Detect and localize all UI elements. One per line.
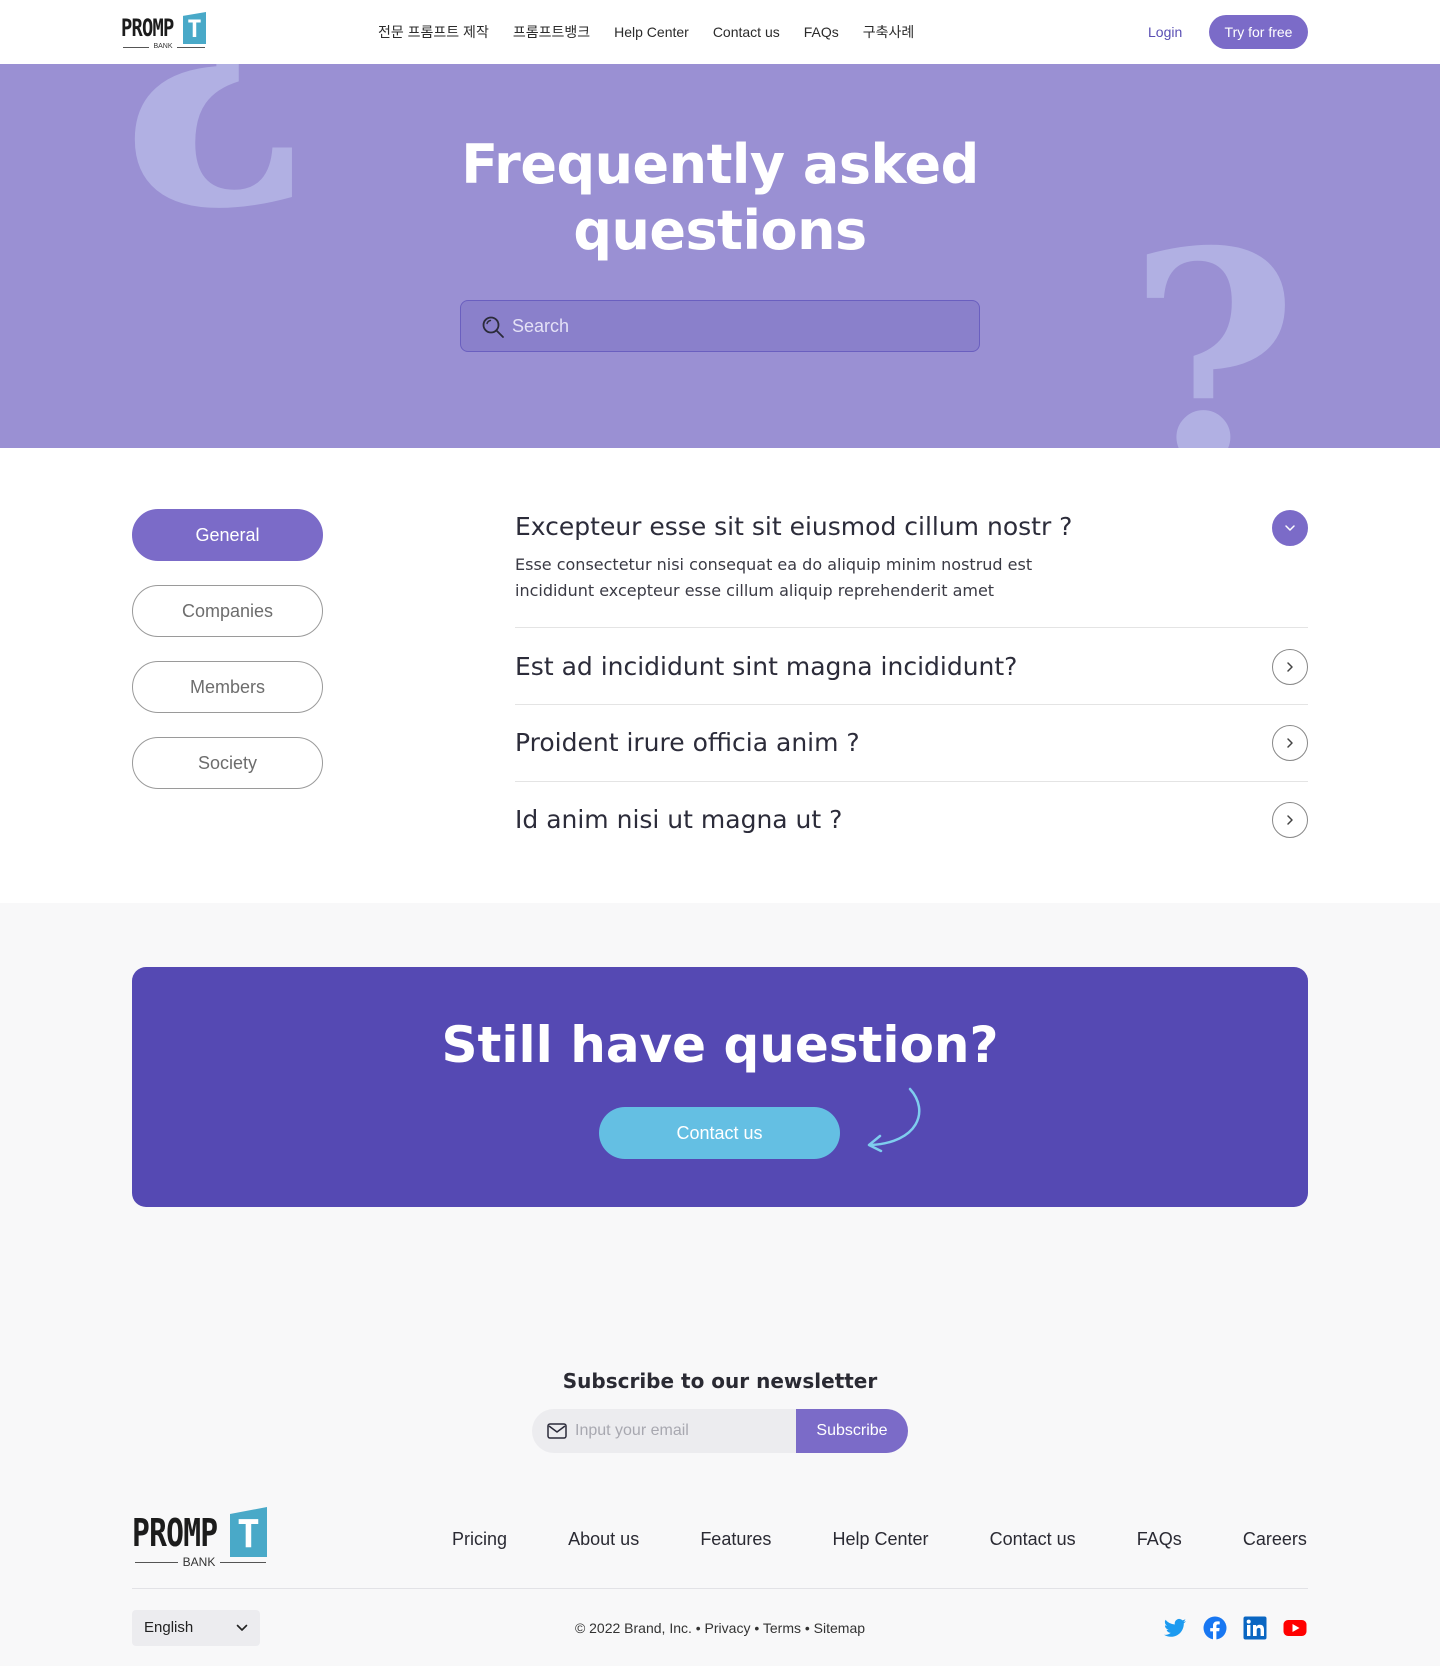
footer-link-faqs[interactable]: FAQs: [1137, 1527, 1182, 1551]
newsletter-email-field: [532, 1409, 798, 1453]
faq-hero: ? ? Frequently asked questions: [0, 64, 1440, 448]
faq-expand-button[interactable]: [1272, 802, 1308, 838]
decorative-question-mark-icon: ?: [1128, 189, 1298, 448]
youtube-icon[interactable]: [1283, 1616, 1307, 1640]
logo-t-letter: T: [183, 12, 206, 44]
faq-item: Est ad incididunt sint magna incididunt?: [515, 649, 1308, 685]
category-members[interactable]: Members: [132, 661, 323, 713]
faq-item: Excepteur esse sit sit eiusmod cillum no…: [515, 510, 1308, 610]
facebook-icon[interactable]: [1203, 1616, 1227, 1640]
decorative-question-mark-icon: ?: [120, 64, 314, 273]
main-nav: 전문 프롬프트 제작 프롬프트뱅크 Help Center Contact us…: [378, 22, 914, 42]
faq-divider: [515, 781, 1308, 782]
faq-expand-button[interactable]: [1272, 649, 1308, 685]
nav-item-case-studies[interactable]: 구축사례: [863, 22, 915, 42]
logo-t-letter: T: [230, 1507, 267, 1557]
logo-rule-left: [123, 47, 149, 48]
chevron-down-icon: [236, 1624, 248, 1631]
newsletter-form: Subscribe: [532, 1409, 908, 1453]
newsletter-title: Subscribe to our newsletter: [562, 1369, 878, 1393]
faq-question[interactable]: Id anim nisi ut magna ut ?: [515, 805, 842, 835]
nav-item-prompt-bank[interactable]: 프롬프트뱅크: [513, 22, 590, 42]
faq-search-box: [460, 300, 980, 352]
category-general[interactable]: General: [132, 509, 323, 561]
footer-link-careers[interactable]: Careers: [1243, 1527, 1307, 1551]
cta-title: Still have question?: [441, 1016, 999, 1074]
chevron-right-icon: [1287, 738, 1293, 748]
faq-answer-line: Esse consectetur nisi consequat ea do al…: [515, 555, 1033, 574]
footer-nav: Pricing About us Features Help Center Co…: [452, 1527, 1307, 1551]
logo-word: PROMP: [121, 14, 174, 42]
chevron-right-icon: [1287, 662, 1293, 672]
twitter-icon[interactable]: [1163, 1616, 1187, 1640]
footer-link-help-center[interactable]: Help Center: [832, 1527, 928, 1551]
nav-item-contact-us[interactable]: Contact us: [713, 22, 780, 42]
footer-logo[interactable]: PROMP T BANK: [132, 1507, 268, 1569]
chevron-right-icon: [1287, 815, 1293, 825]
category-society[interactable]: Society: [132, 737, 323, 789]
faq-question[interactable]: Excepteur esse sit sit eiusmod cillum no…: [515, 512, 1072, 542]
faq-divider: [515, 627, 1308, 628]
footer-link-contact-us[interactable]: Contact us: [990, 1527, 1076, 1551]
category-companies[interactable]: Companies: [132, 585, 323, 637]
nav-item-help-center[interactable]: Help Center: [614, 22, 689, 42]
faq-item: Proident irure officia anim ?: [515, 725, 1308, 761]
faq-item: Id anim nisi ut magna ut ?: [515, 802, 1308, 838]
logo-sub: BANK: [182, 1555, 216, 1569]
logo-rule-right: [220, 1562, 266, 1563]
site-header: PROMP T BANK 전문 프롬프트 제작 프롬프트뱅크 Help Cent…: [0, 0, 1440, 64]
mail-icon: [547, 1423, 567, 1439]
language-select-value: English: [144, 1619, 194, 1636]
footer-link-features[interactable]: Features: [700, 1527, 771, 1551]
logo-rule-right: [177, 47, 205, 48]
page-title-line-1: Frequently asked: [461, 133, 979, 196]
header-logo[interactable]: PROMP T BANK: [121, 12, 207, 52]
linkedin-icon[interactable]: [1243, 1616, 1267, 1640]
footer-divider: [132, 1588, 1308, 1589]
faq-question[interactable]: Proident irure officia anim ?: [515, 728, 860, 758]
logo-sub: BANK: [153, 43, 173, 50]
curved-arrow-icon: [867, 1087, 921, 1153]
faq-divider: [515, 704, 1308, 705]
page-title-line-2: questions: [573, 199, 867, 262]
faq-answer: Esse consectetur nisi consequat ea do al…: [515, 552, 1075, 604]
subscribe-button[interactable]: Subscribe: [796, 1409, 908, 1453]
faq-answer-line: incididunt excepteur esse cillum aliquip…: [515, 581, 995, 600]
copyright-text: © 2022 Brand, Inc. • Privacy • Terms • S…: [574, 1620, 866, 1636]
footer-link-pricing[interactable]: Pricing: [452, 1527, 507, 1551]
search-input[interactable]: [512, 301, 962, 351]
faq-collapse-button[interactable]: [1272, 510, 1308, 546]
faq-question[interactable]: Est ad incididunt sint magna incididunt?: [515, 652, 1017, 682]
faq-expand-button[interactable]: [1272, 725, 1308, 761]
contact-us-button[interactable]: Contact us: [599, 1107, 840, 1159]
chevron-down-icon: [1285, 525, 1295, 531]
search-icon: [482, 316, 504, 338]
nav-item-faqs[interactable]: FAQs: [804, 22, 839, 42]
page-title: Frequently asked questions: [420, 132, 1020, 264]
logo-word: PROMP: [132, 1511, 218, 1555]
try-for-free-button[interactable]: Try for free: [1209, 15, 1308, 49]
logo-rule-left: [135, 1562, 178, 1563]
nav-item-prompt-production[interactable]: 전문 프롬프트 제작: [378, 22, 489, 42]
language-select[interactable]: English: [132, 1610, 260, 1646]
contact-cta-banner: Still have question? Contact us: [132, 967, 1308, 1207]
email-input[interactable]: [575, 1409, 785, 1453]
footer-link-about-us[interactable]: About us: [568, 1527, 639, 1551]
login-link[interactable]: Login: [1148, 22, 1182, 42]
